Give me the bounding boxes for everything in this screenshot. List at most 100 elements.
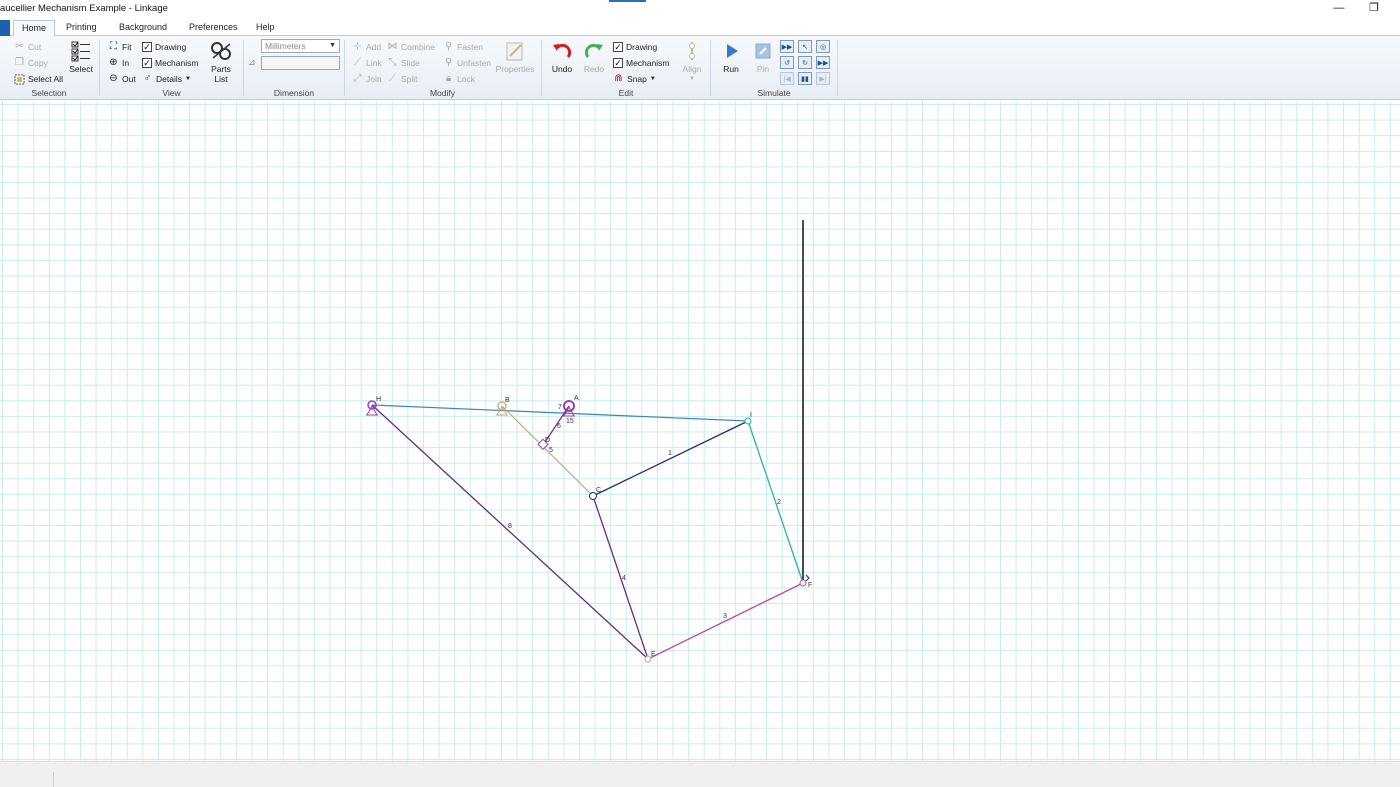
tab-home[interactable]: Home (13, 20, 56, 37)
run-button[interactable]: Run (717, 40, 745, 74)
modify-group-label: Modify (429, 88, 456, 98)
rotate-right-icon[interactable]: ↻ (798, 56, 812, 69)
step-forward-icon[interactable]: ▶▶ (816, 56, 830, 69)
align-button[interactable]: Align ▼ (678, 40, 706, 84)
rotate-left-icon[interactable]: ↺ (780, 56, 794, 69)
redo-icon (583, 40, 605, 62)
join-button[interactable]: ⤢ Join (352, 72, 382, 86)
snap-dropdown[interactable]: ⋒ Snap ▼ (613, 72, 656, 86)
dimension-value-input[interactable] (261, 56, 340, 70)
tab-background[interactable]: Background (111, 20, 175, 36)
link-2[interactable] (747, 420, 804, 584)
edit-drawing-checkbox[interactable]: ✓ Drawing (613, 40, 657, 54)
select-all-icon (14, 74, 25, 85)
pen-icon (805, 574, 810, 582)
joint-f[interactable] (799, 579, 807, 587)
link-label-8: 8 (508, 523, 512, 530)
zoom-in-button[interactable]: ⊕ In (108, 56, 129, 70)
magnet-icon: ⋒ (614, 73, 623, 84)
view-mechanism-checkbox[interactable]: ✓ Mechanism (142, 56, 198, 70)
link-5-6[interactable] (501, 405, 594, 497)
minimize-button[interactable]: — (1325, 0, 1353, 18)
redo-button[interactable]: Redo (580, 40, 608, 74)
edit-mechanism-checkbox[interactable]: ✓ Mechanism (613, 56, 669, 70)
copy-icon: ❐ (15, 57, 24, 68)
dimension-group: Millimeters ▼ ⊿ Dimension (245, 36, 343, 100)
drawing-canvas[interactable]: H B A I C D E F 1 2 3 4 5 6 7 8 15 (0, 101, 1400, 761)
dropdown-arrow-icon: ▼ (689, 76, 695, 82)
slide-icon: ⤡ (388, 57, 397, 68)
edit-group: Undo Redo ✓ Drawing ✓ Mechanism ⋒ Snap ▼… (543, 36, 709, 100)
add-button[interactable]: ⊹ Add (352, 40, 381, 54)
fast-forward-icon[interactable]: ▶▶ (780, 40, 794, 53)
group-divider (243, 40, 244, 96)
cut-button[interactable]: ✂ Cut (14, 40, 41, 54)
point-label-c: C (596, 487, 601, 494)
link-1[interactable] (592, 420, 749, 497)
cursor-icon[interactable]: ↖ (798, 40, 812, 53)
details-dropdown[interactable]: ♂ Details ▼ (142, 72, 191, 86)
slide-button[interactable]: ⤡ Slide (387, 56, 420, 70)
link-button[interactable]: ⟋ Link (352, 56, 382, 70)
group-divider (344, 40, 345, 96)
split-icon: ⟋ (389, 73, 396, 84)
link-label-7: 7 (558, 404, 562, 411)
dimension-group-label: Dimension (273, 88, 315, 98)
rewind-icon[interactable]: |◀ (780, 72, 794, 85)
units-select[interactable]: Millimeters ▼ (261, 39, 340, 53)
dimension-icon: ⊿ (248, 57, 256, 67)
fasten-icon: ⚲ (444, 41, 453, 52)
point-label-a: A (574, 395, 579, 402)
lock-icon: 🔒︎ (445, 73, 452, 84)
group-divider (541, 40, 542, 96)
zoom-out-icon: ⊖ (109, 73, 118, 84)
gears-icon (210, 40, 232, 62)
link-icon: ⟋ (354, 57, 361, 68)
view-drawing-checkbox[interactable]: ✓ Drawing (142, 40, 186, 54)
checkbox-checked-icon: ✓ (613, 58, 623, 68)
pin-button[interactable]: Pin (749, 40, 777, 74)
restore-button[interactable]: ❐ (1360, 0, 1388, 18)
checklist-icon (70, 40, 92, 62)
unfasten-button[interactable]: ⚲ Unfasten (443, 56, 491, 70)
app-menu-button[interactable] (0, 20, 10, 36)
lock-button[interactable]: 🔒︎ Lock (443, 72, 475, 86)
edit-group-label: Edit (618, 88, 634, 98)
end-icon[interactable]: ▶| (816, 72, 830, 85)
copy-button[interactable]: ❐ Copy (14, 56, 48, 70)
select-button[interactable]: Select (68, 40, 94, 74)
checkbox-checked-icon: ✓ (142, 42, 152, 52)
link-3[interactable] (647, 582, 804, 660)
pause-icon[interactable]: ▮▮ (798, 72, 812, 85)
combine-icon: ⋈ (387, 41, 398, 52)
select-all-button[interactable]: Select All (14, 72, 63, 86)
fasten-button[interactable]: ⚲ Fasten (443, 40, 483, 54)
parts-list-button[interactable]: Parts List (207, 40, 235, 84)
fit-icon: ⛶ (110, 41, 117, 52)
title-bar: aucellier Mechanism Example - Linkage — … (0, 0, 1400, 18)
point-label-f: F (808, 582, 812, 589)
simulate-group-label: Simulate (757, 88, 791, 98)
zoom-sim-icon[interactable]: ◎ (816, 40, 830, 53)
modify-group: ⊹ Add ⟋ Link ⤢ Join ⋈ Combine ⤡ Slide ⟋ … (346, 36, 539, 100)
split-button[interactable]: ⟋ Split (387, 72, 418, 86)
zoom-in-icon: ⊕ (109, 57, 118, 68)
link-label-1: 1 (668, 450, 672, 457)
tab-help[interactable]: Help (248, 20, 283, 36)
point-label-i: I (750, 412, 752, 419)
link-label-15: 15 (566, 418, 574, 425)
fit-button[interactable]: ⛶ Fit (108, 40, 131, 54)
tab-printing[interactable]: Printing (58, 20, 105, 36)
pin-icon (752, 40, 774, 62)
properties-button[interactable]: Properties (494, 40, 536, 74)
undo-icon (551, 40, 573, 62)
tab-preferences[interactable]: Preferences (181, 20, 246, 36)
view-group-label: View (162, 88, 181, 98)
zoom-out-button[interactable]: ⊖ Out (108, 72, 135, 86)
checkbox-checked-icon: ✓ (613, 42, 623, 52)
point-label-h: H (376, 396, 381, 403)
link-8[interactable] (371, 404, 649, 660)
group-divider (710, 40, 711, 96)
undo-button[interactable]: Undo (548, 40, 576, 74)
combine-button[interactable]: ⋈ Combine (387, 40, 436, 54)
